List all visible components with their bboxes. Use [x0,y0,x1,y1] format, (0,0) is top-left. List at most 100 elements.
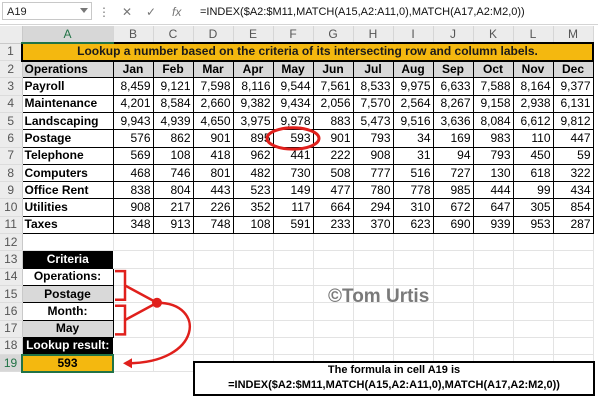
cancel-icon[interactable]: ✕ [122,4,132,20]
data-cell[interactable]: 441 [272,146,314,165]
row-header-18[interactable]: 18 [0,337,23,356]
month-header-sep[interactable]: Sep [432,60,474,79]
month-header-dec[interactable]: Dec [552,60,594,79]
operation-label[interactable]: Taxes [21,215,114,235]
lookup-result-value[interactable]: 593 [21,353,114,373]
data-cell[interactable]: 939 [472,215,514,235]
empty-cell[interactable] [433,268,474,286]
operation-label[interactable]: Maintenance [21,94,114,113]
empty-cell[interactable] [193,302,234,321]
row-header-19[interactable]: 19 [0,354,23,373]
month-header-aug[interactable]: Aug [392,60,434,79]
empty-cell[interactable] [193,233,234,252]
data-cell[interactable]: 468 [112,163,154,183]
data-cell[interactable]: 4,650 [192,111,234,131]
data-cell[interactable]: 8,084 [472,111,514,131]
empty-cell[interactable] [233,250,274,269]
data-cell[interactable]: 748 [192,215,234,235]
row-header-8[interactable]: 8 [0,164,23,183]
data-cell[interactable]: 217 [152,198,194,217]
column-header-i[interactable]: I [393,26,434,44]
data-cell[interactable]: 778 [392,181,434,200]
empty-cell[interactable] [113,337,154,356]
data-cell[interactable]: 780 [352,181,394,200]
data-cell[interactable]: 801 [192,163,234,183]
column-header-c[interactable]: C [153,26,194,44]
operations-label[interactable]: Operations: [21,267,114,286]
empty-cell[interactable] [513,320,554,338]
data-cell[interactable]: 730 [272,163,314,183]
empty-cell[interactable] [153,302,194,321]
empty-cell[interactable] [273,285,314,304]
empty-cell[interactable] [273,233,314,252]
data-cell[interactable]: 9,943 [112,111,154,131]
data-cell[interactable]: 664 [312,198,354,217]
month-value[interactable]: May [21,319,114,338]
column-header-m[interactable]: M [553,26,594,44]
empty-cell[interactable] [233,285,274,304]
empty-cell[interactable] [473,302,514,321]
empty-cell[interactable] [473,250,514,269]
data-cell[interactable]: 908 [112,198,154,217]
data-cell[interactable]: 130 [472,163,514,183]
empty-cell[interactable] [22,233,114,252]
month-header-jan[interactable]: Jan [112,60,154,79]
data-cell[interactable]: 9,544 [272,77,314,96]
data-cell[interactable]: 6,131 [552,94,594,113]
data-cell[interactable]: 6,612 [512,111,554,131]
empty-cell[interactable] [273,302,314,321]
data-cell[interactable]: 672 [432,198,474,217]
data-cell[interactable]: 482 [232,163,274,183]
data-cell[interactable]: 9,516 [392,111,434,131]
empty-cell[interactable] [113,320,154,338]
data-cell[interactable]: 983 [472,129,514,148]
empty-cell[interactable] [193,320,234,338]
row-header-11[interactable]: 11 [0,216,23,235]
data-cell[interactable]: 3,975 [232,111,274,131]
select-all-corner[interactable] [0,26,23,44]
data-cell[interactable]: 516 [392,163,434,183]
data-cell[interactable]: 7,561 [312,77,354,96]
data-cell[interactable]: 34 [392,129,434,148]
data-cell[interactable]: 450 [512,146,554,165]
column-header-f[interactable]: F [273,26,314,44]
empty-cell[interactable] [313,250,354,269]
empty-cell[interactable] [193,250,234,269]
empty-cell[interactable] [153,268,194,286]
empty-cell[interactable] [513,233,554,252]
row-header-7[interactable]: 7 [0,147,23,165]
data-cell[interactable]: 7,570 [352,94,394,113]
data-cell[interactable]: 2,564 [392,94,434,113]
empty-cell[interactable] [553,302,594,321]
month-header-nov[interactable]: Nov [512,60,554,79]
empty-cell[interactable] [313,337,354,356]
empty-cell[interactable] [353,337,394,356]
empty-cell[interactable] [353,320,394,338]
empty-cell[interactable] [393,233,434,252]
data-cell[interactable]: 287 [552,215,594,235]
column-header-k[interactable]: K [473,26,514,44]
data-cell[interactable]: 777 [352,163,394,183]
data-cell[interactable]: 5,473 [352,111,394,131]
empty-cell[interactable] [513,302,554,321]
data-cell[interactable]: 233 [312,215,354,235]
month-header-feb[interactable]: Feb [152,60,194,79]
empty-cell[interactable] [313,320,354,338]
data-cell[interactable]: 9,158 [472,94,514,113]
data-cell[interactable]: 59 [552,146,594,165]
data-cell[interactable]: 593 [272,129,314,148]
row-header-5[interactable]: 5 [0,112,23,131]
data-cell[interactable]: 443 [192,181,234,200]
data-cell[interactable]: 8,533 [352,77,394,96]
empty-cell[interactable] [473,320,514,338]
empty-cell[interactable] [233,268,274,286]
empty-cell[interactable] [313,233,354,252]
empty-cell[interactable] [113,268,154,286]
data-cell[interactable]: 883 [312,111,354,131]
month-header-mar[interactable]: Mar [192,60,234,79]
data-cell[interactable]: 908 [352,146,394,165]
empty-cell[interactable] [233,320,274,338]
check-icon[interactable]: ✓ [146,4,156,20]
data-cell[interactable]: 690 [432,215,474,235]
empty-cell[interactable] [273,250,314,269]
